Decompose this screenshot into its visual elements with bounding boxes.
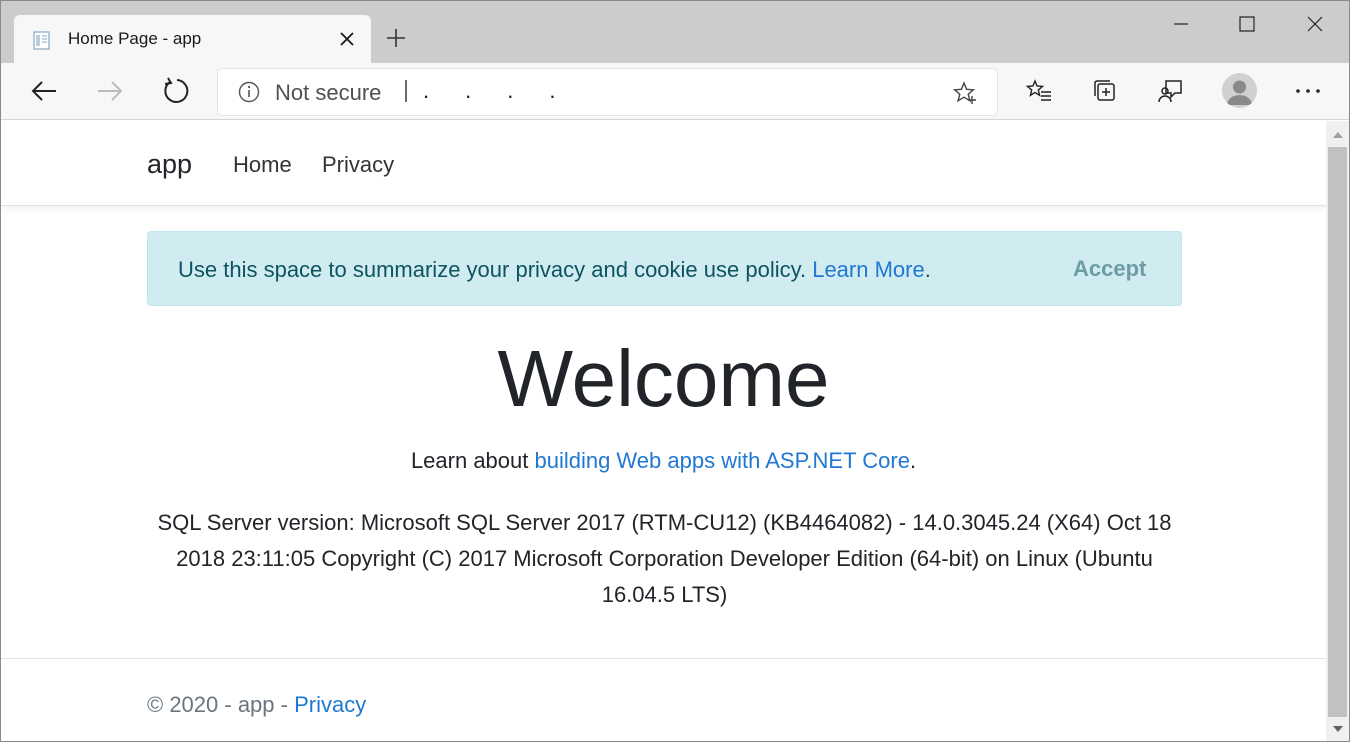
cookie-alert-suffix: . <box>924 257 931 282</box>
back-button[interactable] <box>26 73 62 109</box>
cookie-alert-message: Use this space to summarize your privacy… <box>178 257 813 282</box>
learn-prefix: Learn about <box>410 448 535 473</box>
favorites-list-icon <box>1026 79 1051 101</box>
page-icon <box>31 29 53 51</box>
back-arrow-icon <box>31 81 56 101</box>
security-status[interactable]: Not secure <box>275 80 381 106</box>
minimize-button[interactable] <box>1159 9 1203 39</box>
browser-toolbar: Not secure .... <box>1 63 1349 120</box>
cookie-consent-alert: Use this space to summarize your privacy… <box>147 231 1182 306</box>
address-bar[interactable]: Not secure .... <box>218 69 997 115</box>
star-plus-icon[interactable] <box>952 81 977 105</box>
url-text[interactable]: .... <box>423 78 591 104</box>
tab-strip: Home Page - app <box>1 1 1349 63</box>
maximize-icon <box>1239 16 1255 32</box>
tab-home-page[interactable]: Home Page - app <box>14 15 371 63</box>
address-divider <box>405 80 407 102</box>
more-button[interactable] <box>1290 73 1326 109</box>
vertical-scrollbar[interactable] <box>1326 121 1349 741</box>
new-tab-button[interactable] <box>381 23 411 53</box>
tab-title: Home Page - app <box>68 29 202 48</box>
sql-server-version: SQL Server version: Microsoft SQL Server… <box>157 510 1172 607</box>
learn-about-text: Learn about building Web apps with ASP.N… <box>1 448 1326 474</box>
forward-arrow-icon <box>98 81 123 101</box>
browser-window: Home Page - app Not secure .... app Home… <box>0 0 1350 742</box>
close-icon <box>1307 16 1323 32</box>
favorites-button[interactable] <box>1021 73 1057 109</box>
site-brand[interactable]: app <box>147 149 192 180</box>
scroll-down-arrow-icon[interactable] <box>1326 720 1349 738</box>
scrollbar-thumb[interactable] <box>1328 147 1347 717</box>
refresh-button[interactable] <box>158 73 194 109</box>
close-window-button[interactable] <box>1293 9 1337 39</box>
site-footer: © 2020 - app - Privacy <box>1 658 1326 741</box>
more-icon <box>1296 89 1320 93</box>
info-icon[interactable] <box>238 81 260 103</box>
cookie-alert-text: Use this space to summarize your privacy… <box>178 257 931 283</box>
profile-avatar[interactable] <box>1222 73 1257 108</box>
nav-privacy-link[interactable]: Privacy <box>322 152 394 178</box>
site-navbar: app Home Privacy <box>1 121 1326 206</box>
nav-home-link[interactable]: Home <box>233 152 292 178</box>
tab-close-icon[interactable] <box>336 28 358 50</box>
scroll-up-arrow-icon[interactable] <box>1326 125 1349 143</box>
footer-copyright: © 2020 - app - <box>147 692 295 717</box>
footer-privacy-link[interactable]: Privacy <box>294 692 366 717</box>
collections-icon <box>1094 80 1115 101</box>
feedback-icon <box>1158 80 1182 103</box>
maximize-button[interactable] <box>1225 9 1269 39</box>
aspnet-core-link[interactable]: building Web apps with ASP.NET Core <box>534 448 909 473</box>
page-title: Welcome <box>497 334 830 423</box>
learn-more-link[interactable]: Learn More <box>812 257 925 282</box>
forward-button[interactable] <box>92 73 128 109</box>
footer-text: © 2020 - app - Privacy <box>147 692 366 718</box>
refresh-icon <box>164 77 189 103</box>
accept-button[interactable]: Accept <box>1063 254 1156 284</box>
learn-suffix: . <box>909 448 917 473</box>
minimize-icon <box>1174 23 1188 25</box>
collections-button[interactable] <box>1087 73 1123 109</box>
plus-icon <box>387 29 405 47</box>
feedback-button[interactable] <box>1153 73 1189 109</box>
page-viewport: app Home Privacy Use this space to summa… <box>1 121 1326 741</box>
